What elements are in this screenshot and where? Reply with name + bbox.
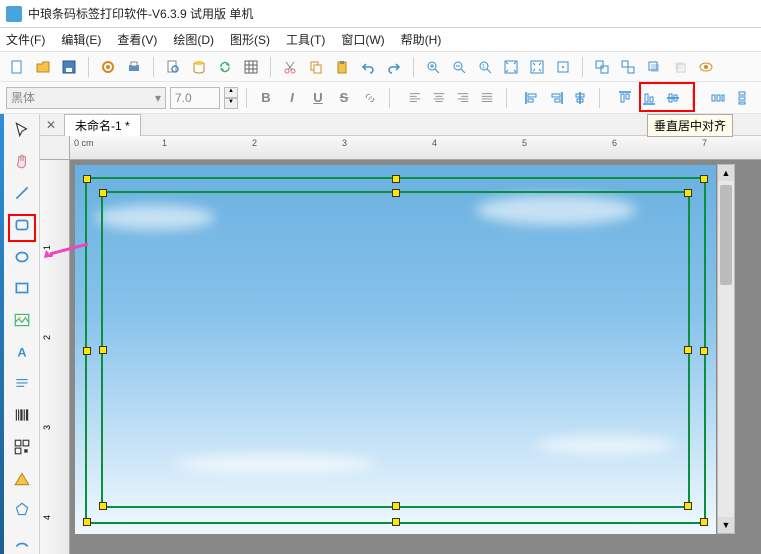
arc-tool-icon[interactable] [10,530,34,554]
menu-edit[interactable]: 编辑(E) [61,31,101,48]
underline-button[interactable]: U [307,87,329,109]
image-tool-icon[interactable] [10,308,34,332]
close-tab-icon[interactable]: ✕ [44,118,58,132]
menu-window[interactable]: 窗口(W) [341,31,384,48]
obj-align-hcenter-icon[interactable] [569,87,591,109]
svg-text:1: 1 [482,64,485,70]
vertical-scrollbar[interactable]: ▲ ▼ [717,164,735,534]
bold-button[interactable]: B [255,87,277,109]
send-back-icon[interactable] [669,56,691,78]
zoom-reset-icon[interactable]: 1 [474,56,496,78]
triangle-tool-icon[interactable] [10,467,34,491]
font-size-input[interactable]: 7.0 [170,87,220,109]
cut-icon[interactable] [279,56,301,78]
text-tool-icon[interactable]: A [10,340,34,364]
document-tab[interactable]: 未命名-1 * [64,114,141,136]
visibility-icon[interactable] [695,56,717,78]
align-right-icon[interactable] [452,87,474,109]
label-page[interactable] [75,165,716,534]
zoom-in-icon[interactable] [422,56,444,78]
align-justify-icon[interactable] [476,87,498,109]
distribute-v-icon[interactable] [731,87,753,109]
fit-page-icon[interactable] [526,56,548,78]
ellipse-tool-icon[interactable] [10,245,34,269]
obj-align-right-icon[interactable] [545,87,567,109]
group-icon[interactable] [591,56,613,78]
svg-text:A: A [17,345,26,359]
grid-icon[interactable] [240,56,262,78]
richtext-tool-icon[interactable] [10,372,34,396]
distribute-h-icon[interactable] [707,87,729,109]
main-toolbar: 1 [0,52,761,82]
vertical-ruler: 1 2 3 4 [40,160,70,554]
select-tool-icon[interactable] [10,118,34,142]
qrcode-tool-icon[interactable] [10,435,34,459]
strike-button[interactable]: S [333,87,355,109]
obj-align-bottom-icon[interactable] [638,87,660,109]
bring-front-icon[interactable] [643,56,665,78]
tooltip: 垂直居中对齐 [647,114,733,137]
fit-window-icon[interactable] [500,56,522,78]
print-icon[interactable] [123,56,145,78]
app-icon [6,6,22,22]
link-icon[interactable] [359,87,381,109]
open-icon[interactable] [32,56,54,78]
save-icon[interactable] [58,56,80,78]
canvas[interactable]: ▲ ▼ [70,160,761,554]
redo-icon[interactable] [383,56,405,78]
selected-rect-inner[interactable] [101,191,690,508]
chevron-down-icon: ▾ [155,91,161,105]
rect-tool-icon[interactable] [10,277,34,301]
menu-help[interactable]: 帮助(H) [401,31,442,48]
annotation-arrow [42,242,88,258]
align-left-icon[interactable] [404,87,426,109]
menu-shape[interactable]: 图形(S) [230,31,270,48]
undo-icon[interactable] [357,56,379,78]
menu-draw[interactable]: 绘图(D) [173,31,214,48]
tools-panel: A [4,114,40,554]
preview-icon[interactable] [162,56,184,78]
new-icon[interactable] [6,56,28,78]
settings-icon[interactable] [97,56,119,78]
size-spinner[interactable]: ▲▼ [224,87,238,109]
obj-align-left-icon[interactable] [521,87,543,109]
obj-align-vcenter-icon[interactable] [662,87,684,109]
line-tool-icon[interactable] [10,181,34,205]
menu-view[interactable]: 查看(V) [117,31,157,48]
menu-bar: 文件(F) 编辑(E) 查看(V) 绘图(D) 图形(S) 工具(T) 窗口(W… [0,28,761,52]
database-icon[interactable] [188,56,210,78]
font-select[interactable]: 黑体 ▾ [6,87,166,109]
align-center-icon[interactable] [428,87,450,109]
horizontal-ruler: 0 cm 1 2 3 4 5 6 7 [70,136,761,160]
ruler-corner [40,136,70,160]
rounded-rect-tool-icon[interactable] [10,213,34,237]
title-bar: 中琅条码标签打印软件-V6.3.9 试用版 单机 [0,0,761,28]
font-name: 黑体 [11,89,35,106]
ungroup-icon[interactable] [617,56,639,78]
copy-icon[interactable] [305,56,327,78]
sync-icon[interactable] [214,56,236,78]
menu-tool[interactable]: 工具(T) [286,31,325,48]
barcode-tool-icon[interactable] [10,403,34,427]
app-title: 中琅条码标签打印软件-V6.3.9 试用版 单机 [28,5,253,22]
italic-button[interactable]: I [281,87,303,109]
actual-size-icon[interactable] [552,56,574,78]
zoom-out-icon[interactable] [448,56,470,78]
hand-tool-icon[interactable] [10,150,34,174]
polygon-tool-icon[interactable] [10,499,34,523]
obj-align-top-icon[interactable] [614,87,636,109]
menu-file[interactable]: 文件(F) [6,31,45,48]
format-bar: 黑体 ▾ 7.0 ▲▼ B I U S [0,82,761,114]
paste-icon[interactable] [331,56,353,78]
